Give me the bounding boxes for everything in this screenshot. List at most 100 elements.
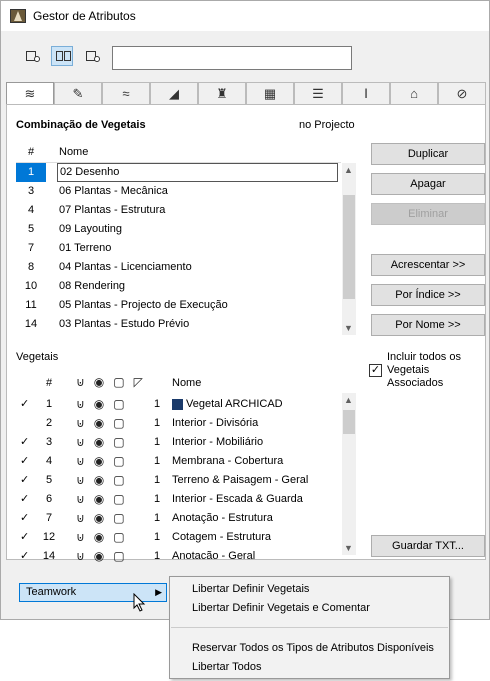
- list-item[interactable]: ✓ 1 ⊍ ◉ ▢ 1 Vegetal ARCHICAD: [16, 395, 341, 414]
- menu-item-release-and-comment[interactable]: Libertar Definir Vegetais e Comentar: [192, 602, 370, 614]
- append-button[interactable]: Acrescentar >>: [371, 254, 485, 276]
- tab-mep-icon[interactable]: ⊘: [438, 82, 486, 104]
- list-item[interactable]: ✓ 12 ⊍ ◉ ▢ 1 Cotagem - Estrutura: [16, 528, 341, 547]
- row-number: 4: [45, 455, 53, 467]
- layer-state-icons[interactable]: ⊍ ◉ ▢: [76, 509, 125, 528]
- list-item[interactable]: 4 07 Plantas - Estrutura: [16, 201, 341, 220]
- wireframe-icon[interactable]: ▢: [113, 509, 124, 528]
- lock-icon[interactable]: ⊍: [76, 528, 85, 547]
- layer-state-icons[interactable]: ⊍ ◉ ▢: [76, 414, 125, 433]
- wireframe-icon[interactable]: ▢: [113, 547, 124, 566]
- scroll-up-icon[interactable]: ▲: [344, 395, 353, 405]
- wireframe-icon[interactable]: ▢: [113, 528, 124, 547]
- wireframe-icon[interactable]: ▢: [113, 395, 124, 414]
- attribute-manager-window: Gestor de Atributos ≋ ✎ ≈ ◢ ♜ ▦ ☰ Ⅰ ⌂ ⊘ …: [0, 0, 490, 620]
- tab-zone-categories-icon[interactable]: ⌂: [390, 82, 438, 104]
- include-all-checkbox[interactable]: ✓: [369, 364, 382, 377]
- column-icons: ⊍ ◉ ▢ ◸: [76, 375, 143, 389]
- layer-state-icons[interactable]: ⊍ ◉ ▢: [76, 547, 125, 566]
- wireframe-icon[interactable]: ▢: [113, 471, 124, 490]
- eye-icon[interactable]: ◉: [94, 471, 104, 490]
- lock-icon[interactable]: ⊍: [76, 490, 85, 509]
- list-item[interactable]: 2 ⊍ ◉ ▢ 1 Interior - Divisória: [16, 414, 341, 433]
- view-large-icon-button[interactable]: [81, 46, 103, 66]
- layer-state-icons[interactable]: ⊍ ◉ ▢: [76, 395, 125, 414]
- eye-icon[interactable]: ◉: [94, 395, 104, 414]
- tab-layer-combinations-icon[interactable]: ≋: [6, 82, 54, 105]
- list-item[interactable]: ✓ 5 ⊍ ◉ ▢ 1 Terreno & Paisagem - Geral: [16, 471, 341, 490]
- list-item[interactable]: 11 05 Plantas - Projecto de Execução: [16, 296, 341, 315]
- eye-icon[interactable]: ◉: [94, 528, 104, 547]
- layer-state-icons[interactable]: ⊍ ◉ ▢: [76, 433, 125, 452]
- lock-icon[interactable]: ⊍: [76, 452, 85, 471]
- list1-scrollbar[interactable]: ▲ ▼: [342, 163, 356, 335]
- lock-icon[interactable]: ⊍: [76, 509, 85, 528]
- row-name: 04 Plantas - Licenciamento: [59, 261, 192, 273]
- scroll-down-icon[interactable]: ▼: [344, 543, 353, 553]
- menu-item-reserve-all[interactable]: Reservar Todos os Tipos de Atributos Dis…: [192, 642, 434, 654]
- tab-fills-icon[interactable]: ◢: [150, 82, 198, 104]
- by-index-button[interactable]: Por Índice >>: [371, 284, 485, 306]
- title-bar: Gestor de Atributos: [1, 1, 489, 31]
- scroll-thumb[interactable]: [343, 195, 355, 299]
- delete-button[interactable]: Apagar: [371, 173, 485, 195]
- layer-state-icons[interactable]: ⊍ ◉ ▢: [76, 490, 125, 509]
- list-item[interactable]: ✓ 3 ⊍ ◉ ▢ 1 Interior - Mobiliário: [16, 433, 341, 452]
- tab-surfaces-icon[interactable]: ♜: [198, 82, 246, 104]
- lock-icon[interactable]: ⊍: [76, 395, 85, 414]
- tab-building-materials-icon[interactable]: ▦: [246, 82, 294, 104]
- scroll-up-icon[interactable]: ▲: [344, 165, 353, 175]
- tab-composites-icon[interactable]: ☰: [294, 82, 342, 104]
- eye-icon[interactable]: ◉: [94, 547, 104, 566]
- layer-state-icons[interactable]: ⊍ ◉ ▢: [76, 452, 125, 471]
- list2-scrollbar[interactable]: ▲ ▼: [342, 393, 356, 555]
- lock-icon[interactable]: ⊍: [76, 547, 85, 566]
- layer-combination-list[interactable]: # Nome 1 02 Desenho 3 06 Plantas - Mecânica…: [16, 143, 356, 335]
- duplicate-button[interactable]: Duplicar: [371, 143, 485, 165]
- wireframe-icon[interactable]: ▢: [113, 490, 124, 509]
- layer-state-icons[interactable]: ⊍ ◉ ▢: [76, 471, 125, 490]
- list-item[interactable]: ✓ 6 ⊍ ◉ ▢ 1 Interior - Escada & Guarda: [16, 490, 341, 509]
- tab-pens-icon[interactable]: ✎: [54, 82, 102, 104]
- lock-icon[interactable]: ⊍: [76, 414, 85, 433]
- list-item[interactable]: ✓ 7 ⊍ ◉ ▢ 1 Anotação - Estrutura: [16, 509, 341, 528]
- eye-icon[interactable]: ◉: [94, 414, 104, 433]
- eye-icon[interactable]: ◉: [94, 509, 104, 528]
- layer-state-icons[interactable]: ⊍ ◉ ▢: [76, 528, 125, 547]
- by-name-button[interactable]: Por Nome >>: [371, 314, 485, 336]
- menu-item-release-define-layers[interactable]: Libertar Definir Vegetais: [192, 583, 309, 595]
- save-txt-button[interactable]: Guardar TXT...: [371, 535, 485, 557]
- list-item[interactable]: 3 06 Plantas - Mecânica: [16, 182, 341, 201]
- menu-item-release-all[interactable]: Libertar Todos: [192, 661, 262, 673]
- row-name: Interior - Escada & Guarda: [172, 493, 303, 505]
- eye-icon[interactable]: ◉: [94, 490, 104, 509]
- list-item[interactable]: 1 02 Desenho: [16, 163, 341, 182]
- lock-icon[interactable]: ⊍: [76, 433, 85, 452]
- list-item[interactable]: 7 01 Terreno: [16, 239, 341, 258]
- lock-icon[interactable]: ⊍: [76, 471, 85, 490]
- tab-line-types-icon[interactable]: ≈: [102, 82, 150, 104]
- scroll-down-icon[interactable]: ▼: [344, 323, 353, 333]
- tab-profiles-icon[interactable]: Ⅰ: [342, 82, 390, 104]
- wireframe-icon[interactable]: ▢: [113, 414, 124, 433]
- row-number: 7: [45, 512, 53, 524]
- eliminate-button[interactable]: Eliminar: [371, 203, 485, 225]
- visibility-checkmark: ✓: [20, 531, 30, 543]
- layers-list[interactable]: # ⊍ ◉ ▢ ◸ Nome ✓ 1 ⊍ ◉ ▢ 1 Vegetal ARCHICAD 2 ⊍ ◉…: [16, 371, 356, 563]
- list-item[interactable]: 8 04 Plantas - Licenciamento: [16, 258, 341, 277]
- view-small-icon-button[interactable]: [21, 46, 43, 66]
- list-item[interactable]: 14 03 Plantas - Estudo Prévio: [16, 315, 341, 334]
- list-item[interactable]: ✓ 14 ⊍ ◉ ▢ 1 Anotacão - Geral: [16, 547, 341, 566]
- list-item[interactable]: ✓ 4 ⊍ ◉ ▢ 1 Membrana - Cobertura: [16, 452, 341, 471]
- view-split-icon-button[interactable]: [51, 46, 73, 66]
- eye-icon[interactable]: ◉: [94, 433, 104, 452]
- search-input[interactable]: [112, 46, 352, 70]
- wireframe-icon[interactable]: ▢: [113, 452, 124, 471]
- eye-icon[interactable]: ◉: [94, 452, 104, 471]
- list-item[interactable]: 10 08 Rendering: [16, 277, 341, 296]
- wireframe-icon[interactable]: ▢: [113, 433, 124, 452]
- list-item[interactable]: 5 09 Layouting: [16, 220, 341, 239]
- row-name: Vegetal ARCHICAD: [186, 398, 283, 410]
- scroll-thumb[interactable]: [343, 410, 355, 434]
- row-name: Interior - Mobiliário: [172, 436, 264, 448]
